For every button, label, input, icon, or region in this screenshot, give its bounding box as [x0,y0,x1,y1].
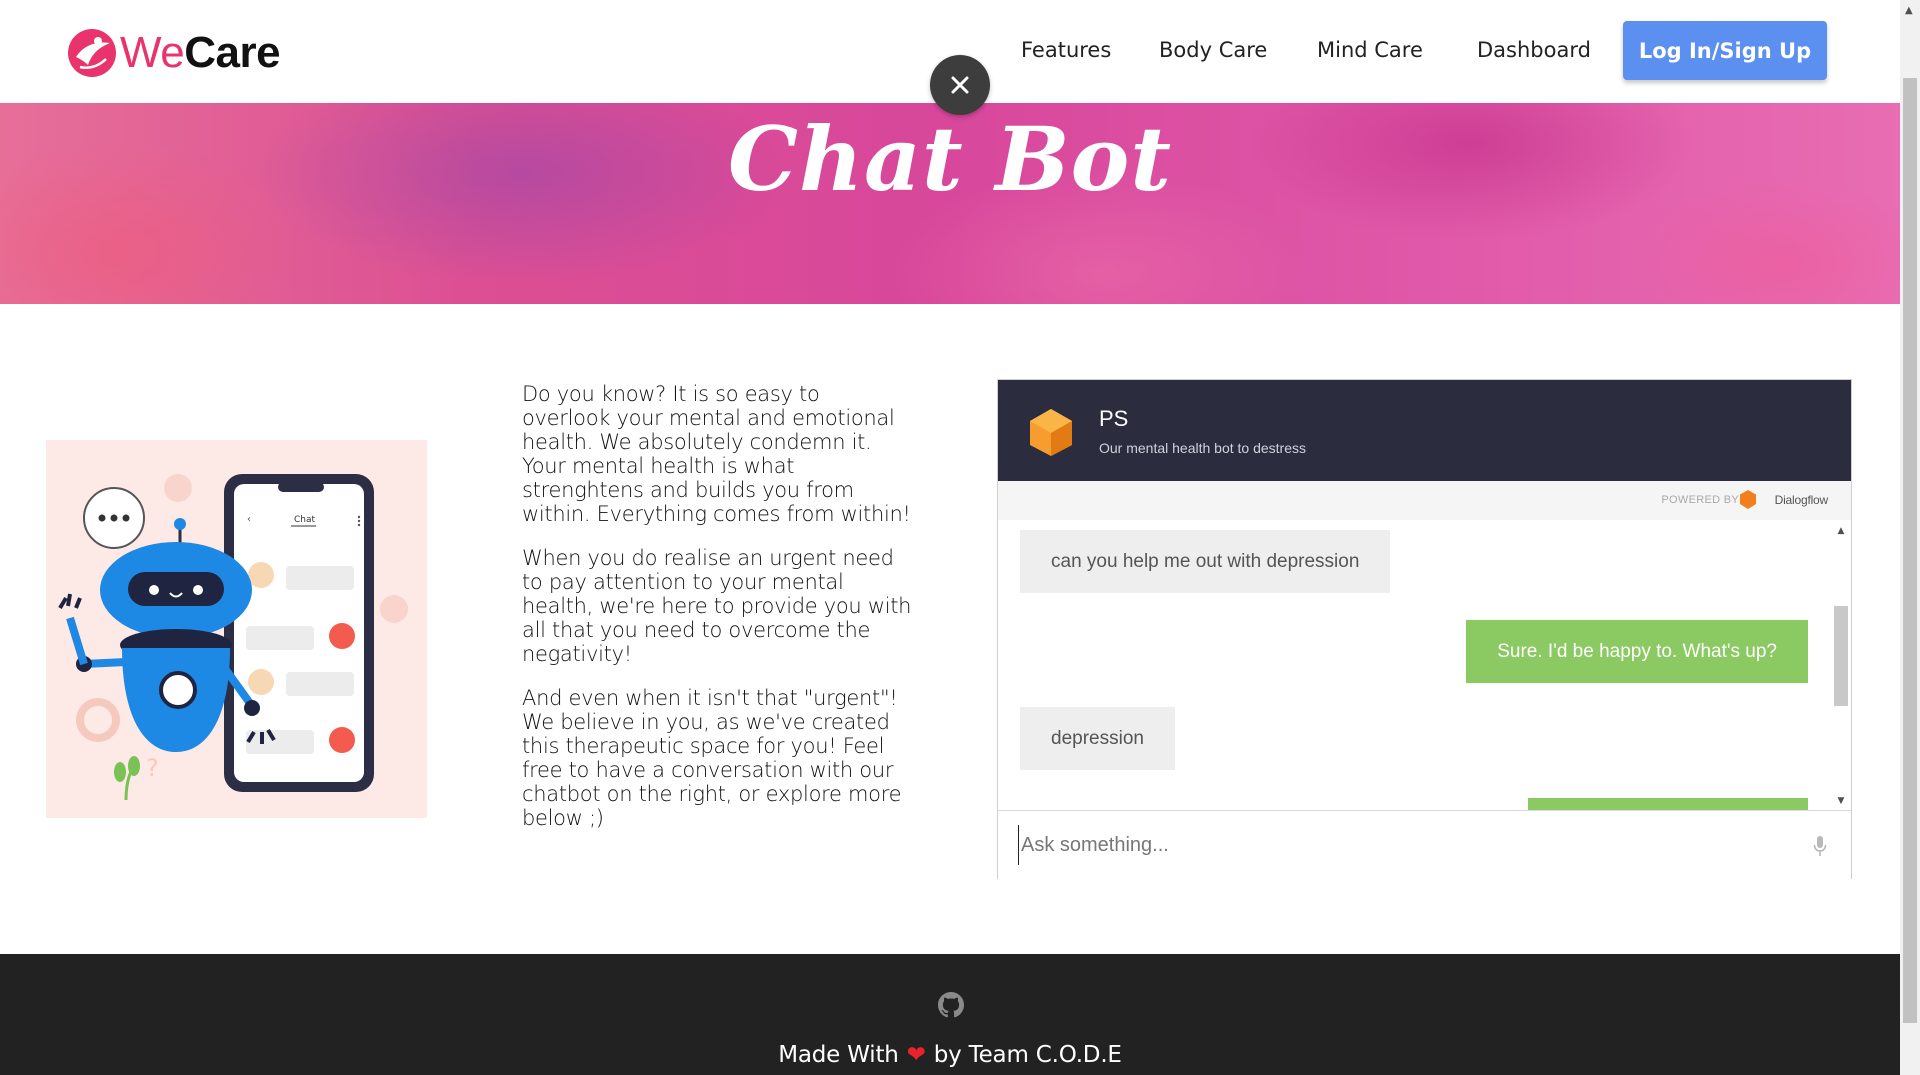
svg-text:?: ? [146,754,159,782]
made-with-label: Made With [778,1042,899,1068]
svg-text:‹: ‹ [247,514,251,525]
intro-text: Do you know? It is so easy to overlook y… [522,382,912,850]
page-scroll-thumb[interactable] [1903,78,1917,1023]
microphone-icon[interactable] [1813,835,1827,857]
nav-features[interactable]: Features [1021,38,1111,62]
close-button[interactable] [930,55,990,115]
brand-name: WeCare [120,28,281,77]
team-label: by Team C.O.D.E [933,1042,1122,1068]
page-scrollbar[interactable]: ▲ [1900,0,1920,1075]
footer-credit: Made With ❤ by Team C.O.D.E [0,1042,1900,1068]
dialogflow-label: Dialogflow [1774,493,1829,507]
message-list[interactable]: can you help me out with depression Sure… [998,520,1851,810]
intro-paragraph: When you do realise an urgent need to pa… [522,546,912,666]
nav-dashboard[interactable]: Dashboard [1477,38,1591,62]
page-scroll-up-icon[interactable]: ▲ [1905,5,1913,16]
site-footer: Made With ❤ by Team C.O.D.E [0,954,1900,1075]
intro-paragraph: And even when it isn't that "urgent"! We… [522,686,902,830]
login-signup-button[interactable]: Log In/Sign Up [1623,21,1827,80]
chat-message-input[interactable] [1018,825,1778,865]
chatbot-illustration: ? Chat ‹ [46,440,427,818]
powered-by-label: POWERED BY [1661,494,1739,506]
message-scrollbar[interactable]: ▲ ▼ [1831,520,1851,810]
phone-chat-header: Chat [294,515,316,525]
github-icon[interactable] [936,990,966,1020]
bot-message [1528,798,1808,810]
robot-illustration: ? Chat ‹ [58,474,408,801]
bot-avatar-icon [1030,409,1072,456]
close-icon [951,76,969,94]
page-title: Chat Bot [727,107,1173,211]
chat-header: PS Our mental health bot to destress [998,380,1851,481]
scroll-down-arrow-icon[interactable]: ▼ [1836,796,1846,806]
chatbot-widget: PS Our mental health bot to destress POW… [997,379,1852,879]
scroll-thumb[interactable] [1834,606,1848,706]
nav-mind-care[interactable]: Mind Care [1317,38,1423,62]
chat-input-row [998,810,1851,879]
bot-description: Our mental health bot to destress [1099,440,1306,456]
heart-icon: ❤ [906,1042,926,1068]
brand-logo[interactable]: WeCare [66,24,306,82]
user-message: depression [1020,707,1175,770]
dialogflow-icon [1740,490,1756,509]
nav-body-care[interactable]: Body Care [1159,38,1267,62]
logo-mark-icon [68,29,116,77]
bot-message: Sure. I'd be happy to. What's up? [1466,620,1808,683]
user-message: can you help me out with depression [1020,530,1391,593]
hero-banner: Chat Bot [0,103,1900,304]
intro-paragraph: Do you know? It is so easy to overlook y… [522,382,911,526]
scroll-up-arrow-icon[interactable]: ▲ [1836,526,1846,536]
bot-name: PS [1099,406,1129,431]
powered-by-bar: POWERED BY Dialogflow [998,481,1851,520]
